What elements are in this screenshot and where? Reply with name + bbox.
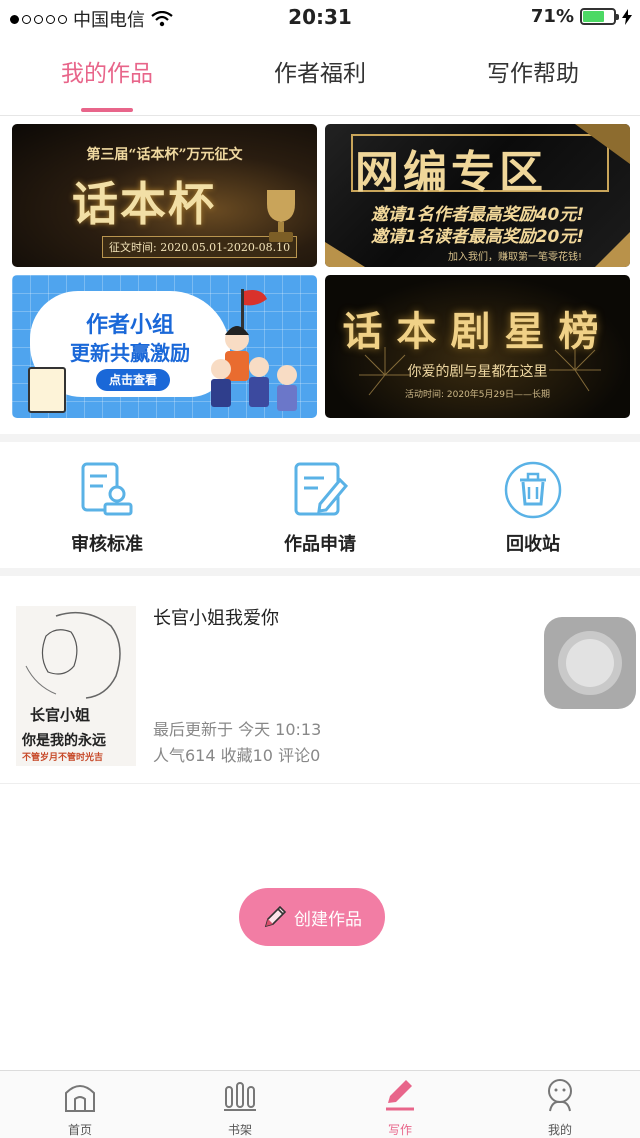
trash-icon <box>504 461 562 519</box>
banner-author-group[interactable]: 作者小组 更新共赢激励 点击查看 <box>12 275 317 418</box>
banner-b3-button[interactable]: 点击查看 <box>96 369 170 391</box>
nav-write-label: 写作 <box>387 1123 412 1137</box>
clipboard-icon <box>28 367 66 413</box>
nav-write[interactable]: 写作 <box>360 1077 440 1138</box>
create-work-button[interactable]: 创建作品 <box>239 888 385 946</box>
assistive-touch-button[interactable] <box>544 617 636 709</box>
people-illustration <box>211 289 297 411</box>
top-tabs: 我的作品 作者福利 写作帮助 <box>0 34 640 116</box>
feature-review-standard-label: 审核标准 <box>71 534 143 555</box>
feature-trash-label: 回收站 <box>506 534 560 555</box>
work-cover: 长官小姐 你是我的永远 不管岁月不管时光吉 <box>16 606 136 766</box>
section-divider <box>0 568 640 576</box>
cover-line1: 长官小姐 <box>30 706 91 724</box>
work-title[interactable]: 长官小姐我爱你 <box>153 604 279 630</box>
battery-icon <box>580 8 619 25</box>
feature-row: 审核标准 作品申请 回收站 <box>0 442 640 568</box>
profile-icon <box>548 1079 572 1112</box>
section-divider <box>0 434 640 442</box>
banner-editor-zone[interactable]: 网编专区 邀请1名作者最高奖励40元! 邀请1名读者最高奖励20元! 加入我们，… <box>325 124 630 267</box>
banner-b3-line2: 更新共赢激励 <box>70 341 190 365</box>
banner-huaben-cup[interactable]: 第三届“话本杯”万元征文 话本杯 征文时间: 2020.05.01-2020-0… <box>12 124 317 267</box>
banner-b1-title: 话本杯 <box>72 177 216 231</box>
banner-b1-subtitle: 第三届“话本杯”万元征文 <box>86 147 243 163</box>
banner-b4-title: 话本剧星榜 <box>342 308 613 355</box>
cover-line3: 不管岁月不管时光吉 <box>22 753 104 763</box>
tab-author-benefits[interactable]: 作者福利 <box>240 54 400 88</box>
nav-profile-label: 我的 <box>547 1123 572 1137</box>
nav-bookshelf[interactable]: 书架 <box>200 1077 280 1138</box>
bottom-nav: 首页 书架 写作 我的 <box>0 1070 640 1138</box>
battery-percent: 71% <box>530 6 574 27</box>
bookshelf-icon <box>224 1082 256 1111</box>
banner-b4-subtitle: 你爱的剧与星都在这里 <box>407 364 548 380</box>
banner-grid: 第三届“话本杯”万元征文 话本杯 征文时间: 2020.05.01-2020-0… <box>0 118 640 434</box>
tab-active-indicator <box>81 108 133 112</box>
work-stats: 人气614 收藏10 评论0 <box>153 746 321 765</box>
nav-bookshelf-label: 书架 <box>227 1123 252 1137</box>
feature-work-apply-label: 作品申请 <box>284 534 356 555</box>
status-bar: 中国电信 20:31 71% <box>0 0 640 34</box>
work-list-item[interactable]: 长官小姐 你是我的永远 不管岁月不管时光吉 长官小姐我爱你 最后更新于 今天 1… <box>0 576 640 784</box>
banner-b4-footer: 活动时间: 2020年5月29日——长期 <box>405 390 550 400</box>
nav-home-label: 首页 <box>67 1123 92 1137</box>
tab-writing-help[interactable]: 写作帮助 <box>453 54 613 88</box>
banner-b3-line1: 作者小组 <box>85 313 174 338</box>
cover-line2: 你是我的永远 <box>22 733 106 749</box>
home-icon <box>65 1085 95 1112</box>
review-standard-icon <box>81 462 133 516</box>
feature-work-apply[interactable]: 作品申请 <box>250 460 390 556</box>
feature-trash[interactable]: 回收站 <box>463 460 603 556</box>
app-screen: 中国电信 20:31 71% 我的作品 作者福利 写作帮助 第三届“话本杯”万元… <box>0 0 640 1138</box>
tab-my-works[interactable]: 我的作品 <box>27 54 187 88</box>
banner-drama-star[interactable]: 话本剧星榜 你爱的剧与星都在这里 活动时间: 2020年5月29日——长期 <box>325 275 630 418</box>
create-work-label: 创建作品 <box>294 909 362 930</box>
feature-review-standard[interactable]: 审核标准 <box>37 460 177 556</box>
work-apply-icon <box>294 462 349 516</box>
gold-stripe-decor <box>325 124 630 267</box>
trophy-icon <box>267 190 295 242</box>
charging-icon <box>622 8 632 25</box>
nav-profile[interactable]: 我的 <box>520 1077 600 1138</box>
write-icon <box>386 1080 414 1111</box>
work-updated: 最后更新于 今天 10:13 <box>153 720 322 739</box>
pencil-icon <box>264 905 287 928</box>
nav-home[interactable]: 首页 <box>40 1077 120 1138</box>
